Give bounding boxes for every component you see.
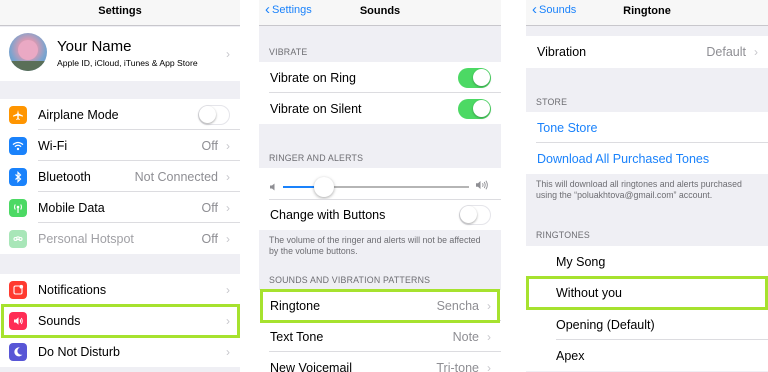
chevron-right-icon: › bbox=[487, 298, 491, 313]
settings-item-bluetooth[interactable]: Bluetooth Not Connected › bbox=[0, 161, 240, 192]
chevron-right-icon: › bbox=[226, 344, 230, 359]
ringtone-item[interactable]: My Song bbox=[526, 246, 768, 277]
profile-name: Your Name bbox=[57, 38, 132, 55]
settings-item-personal-hotspot[interactable]: Personal Hotspot Off › bbox=[0, 223, 240, 254]
new-voicemail-row[interactable]: New Voicemail Tri-tone › bbox=[259, 352, 501, 372]
notifications-icon bbox=[9, 280, 27, 299]
chevron-right-icon: › bbox=[226, 169, 230, 184]
ringtone-item[interactable]: Opening (Default) bbox=[526, 309, 768, 340]
tone-store-row[interactable]: Tone Store bbox=[526, 112, 768, 143]
settings-item-notifications[interactable]: Notifications › bbox=[0, 274, 240, 305]
settings-navbar: Settings bbox=[0, 0, 240, 26]
vibrate-on-ring-row: Vibrate on Ring bbox=[259, 62, 501, 93]
sounds-navbar: ‹ Settings Sounds bbox=[259, 0, 501, 26]
settings-item-mobile-data[interactable]: Mobile Data Off › bbox=[0, 192, 240, 223]
chevron-right-icon: › bbox=[226, 138, 230, 153]
download-all-link[interactable]: Download All Purchased Tones bbox=[537, 152, 709, 166]
vibration-row[interactable]: Vibration Default › bbox=[526, 36, 768, 68]
ringtone-label: Ringtone bbox=[270, 298, 321, 313]
download-all-row[interactable]: Download All Purchased Tones bbox=[526, 143, 768, 174]
ringer-volume-slider[interactable] bbox=[283, 186, 469, 188]
settings-title: Settings bbox=[98, 5, 142, 17]
ringer-volume-row bbox=[259, 168, 501, 200]
speaker-icon bbox=[9, 311, 27, 330]
ringtone-row[interactable]: Ringtone Sencha › bbox=[259, 290, 501, 321]
hotspot-icon bbox=[9, 229, 27, 248]
moon-icon bbox=[9, 342, 27, 361]
bluetooth-label: Bluetooth bbox=[38, 169, 91, 184]
vibrate-on-silent-row: Vibrate on Silent bbox=[259, 93, 501, 124]
chevron-right-icon: › bbox=[226, 282, 230, 297]
settings-item-airplane-mode[interactable]: Airplane Mode bbox=[0, 99, 240, 130]
vibration-value: Default bbox=[706, 45, 746, 59]
chevron-right-icon: › bbox=[487, 329, 491, 344]
chevron-right-icon: › bbox=[226, 200, 230, 215]
wifi-value: Off bbox=[201, 138, 218, 153]
ringer-header: RINGER AND ALERTS bbox=[269, 153, 364, 163]
avatar bbox=[9, 33, 47, 71]
chevron-right-icon: › bbox=[226, 231, 230, 246]
ringtone-item-label: Apex bbox=[556, 348, 585, 363]
notifications-label: Notifications bbox=[38, 282, 107, 297]
antenna-icon bbox=[9, 198, 27, 217]
airplane-icon bbox=[9, 105, 27, 124]
volume-thumb[interactable] bbox=[313, 177, 334, 197]
sounds-title: Sounds bbox=[359, 5, 401, 17]
ringtones-header: RINGTONES bbox=[536, 230, 590, 240]
settings-item-wifi[interactable]: Wi-Fi Off › bbox=[0, 130, 240, 161]
new-voicemail-label: New Voicemail bbox=[270, 360, 352, 372]
vibrate-on-silent-toggle[interactable] bbox=[458, 98, 491, 119]
ringtone-item[interactable]: Apex bbox=[526, 340, 768, 371]
personal-hotspot-value: Off bbox=[201, 231, 218, 246]
profile-row[interactable]: Your Name Apple ID, iCloud, iTunes & App… bbox=[0, 27, 240, 81]
ringtone-item-label: Opening (Default) bbox=[556, 317, 655, 332]
vibrate-header: VIBRATE bbox=[269, 47, 308, 57]
ringtone-item-label: Without you bbox=[556, 286, 623, 300]
ringtone-navbar: ‹ Sounds Ringtone bbox=[526, 0, 768, 26]
mobile-data-value: Off bbox=[201, 200, 218, 215]
wifi-label: Wi-Fi bbox=[38, 138, 68, 153]
text-tone-value: Note bbox=[452, 329, 479, 344]
bluetooth-value: Not Connected bbox=[134, 169, 218, 184]
personal-hotspot-label: Personal Hotspot bbox=[38, 231, 134, 246]
bluetooth-icon bbox=[9, 167, 27, 186]
ringtone-item[interactable]: Without you bbox=[526, 277, 768, 309]
ringtone-item-label: My Song bbox=[556, 254, 606, 269]
ringer-footer: The volume of the ringer and alerts will… bbox=[269, 235, 481, 256]
text-tone-row[interactable]: Text Tone Note › bbox=[259, 321, 501, 352]
sounds-label: Sounds bbox=[38, 313, 81, 328]
vibrate-on-ring-toggle[interactable] bbox=[458, 67, 491, 88]
change-with-buttons-label: Change with Buttons bbox=[270, 208, 386, 222]
settings-item-do-not-disturb[interactable]: Do Not Disturb › bbox=[0, 336, 240, 367]
change-with-buttons-toggle[interactable] bbox=[459, 205, 491, 225]
settings-panel: Settings Your Name Apple ID, iCloud, iTu… bbox=[0, 0, 240, 372]
mobile-data-label: Mobile Data bbox=[38, 200, 105, 215]
new-voicemail-value: Tri-tone bbox=[436, 360, 479, 372]
chevron-right-icon: › bbox=[754, 45, 758, 59]
sounds-panel: ‹ Settings Sounds VIBRATE Vibrate on Rin… bbox=[259, 0, 501, 372]
wifi-icon bbox=[9, 136, 27, 155]
patterns-header: SOUNDS AND VIBRATION PATTERNS bbox=[269, 275, 431, 285]
speaker-low-icon bbox=[269, 179, 279, 197]
tone-store-link[interactable]: Tone Store bbox=[537, 121, 597, 135]
store-header: STORE bbox=[536, 97, 568, 107]
change-with-buttons-row: Change with Buttons bbox=[259, 200, 501, 230]
ringtone-title: Ringtone bbox=[623, 5, 671, 17]
airplane-mode-toggle[interactable] bbox=[198, 104, 230, 125]
do-not-disturb-label: Do Not Disturb bbox=[38, 344, 120, 359]
chevron-right-icon: › bbox=[487, 360, 491, 372]
ringtone-panel: ‹ Sounds Ringtone Vibration Default › ST… bbox=[526, 0, 768, 372]
vibration-label: Vibration bbox=[537, 45, 587, 59]
ringtone-value: Sencha bbox=[436, 298, 479, 313]
text-tone-label: Text Tone bbox=[270, 329, 324, 344]
chevron-right-icon: › bbox=[226, 313, 230, 328]
airplane-mode-label: Airplane Mode bbox=[38, 107, 119, 122]
store-footer: This will download all ringtones and ale… bbox=[536, 179, 742, 200]
vibrate-on-silent-label: Vibrate on Silent bbox=[270, 101, 362, 116]
vibrate-on-ring-label: Vibrate on Ring bbox=[270, 70, 356, 85]
settings-item-sounds[interactable]: Sounds › bbox=[0, 305, 240, 336]
speaker-high-icon bbox=[475, 178, 489, 196]
chevron-right-icon: › bbox=[226, 47, 230, 61]
profile-subtitle: Apple ID, iCloud, iTunes & App Store bbox=[57, 58, 198, 68]
